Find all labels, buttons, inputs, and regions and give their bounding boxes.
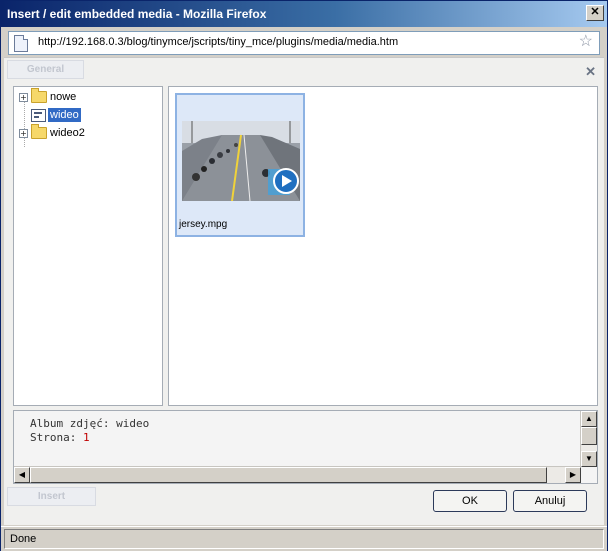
url-text: http://192.168.0.3/blog/tinymce/jscripts… [38, 36, 399, 48]
expand-icon[interactable]: + [19, 93, 28, 102]
tree-item-label: nowe [50, 91, 77, 103]
url-bar: http://192.168.0.3/blog/tinymce/jscripts… [1, 27, 607, 57]
album-label: Album zdjęć: [30, 417, 110, 430]
page-number: 1 [82, 431, 90, 444]
ok-button[interactable]: OK [433, 490, 507, 512]
folder-icon [31, 124, 47, 139]
browser-window: Insert / edit embedded media - Mozilla F… [0, 0, 608, 551]
page-label: Strona: [30, 431, 77, 444]
cancel-button[interactable]: Anuluj [513, 490, 587, 512]
scroll-up-button[interactable]: ▲ [581, 411, 597, 427]
window-close-button[interactable]: ✕ [586, 5, 604, 21]
horizontal-scrollbar[interactable]: ◀ ▶ [14, 466, 581, 483]
horizontal-scroll-thumb[interactable] [30, 467, 547, 483]
file-thumbnail[interactable]: jersey.mpg [175, 93, 305, 237]
album-value: wideo [116, 417, 150, 430]
scroll-down-button[interactable]: ▼ [581, 451, 597, 467]
dialog-content: General ✕ + nowe wideo + wideo2 jersey.m… [4, 57, 604, 525]
status-bar: Done [1, 526, 607, 551]
vertical-scrollbar[interactable]: ▲ ▼ [580, 411, 597, 467]
album-icon [31, 109, 46, 122]
info-panel: Album zdjęć: wideo Strona: 1 ▲ ▼ ◀ ▶ [13, 410, 598, 484]
expand-icon[interactable]: + [19, 129, 28, 138]
scroll-right-button[interactable]: ▶ [565, 467, 581, 483]
page-line: Strona: 1 [30, 431, 90, 444]
status-panel: Done [4, 529, 604, 549]
video-preview-svg [182, 121, 300, 201]
file-name: jersey.mpg [179, 219, 228, 230]
album-line: Album zdjęć: wideo [30, 417, 149, 430]
panel-close-icon[interactable]: ✕ [585, 64, 596, 80]
title-bar[interactable]: Insert / edit embedded media - Mozilla F… [1, 1, 607, 27]
bookmark-star-icon[interactable]: ☆ [579, 33, 593, 51]
file-grid: jersey.mpg [168, 86, 598, 406]
status-text: Done [10, 533, 37, 545]
video-preview-image [182, 121, 300, 201]
tab-general[interactable]: General [7, 60, 84, 79]
vertical-scroll-thumb[interactable] [581, 427, 597, 445]
tree-item-label: wideo [48, 108, 81, 122]
folder-tree: + nowe wideo + wideo2 [13, 86, 163, 406]
window-title: Insert / edit embedded media - Mozilla F… [7, 7, 267, 21]
page-icon [14, 35, 28, 52]
scroll-left-button[interactable]: ◀ [14, 467, 30, 483]
tree-item-label: wideo2 [50, 127, 85, 139]
url-field[interactable]: http://192.168.0.3/blog/tinymce/jscripts… [8, 31, 600, 55]
folder-icon [31, 88, 47, 103]
insert-button[interactable]: Insert [7, 487, 96, 506]
tree-connector [24, 101, 26, 147]
